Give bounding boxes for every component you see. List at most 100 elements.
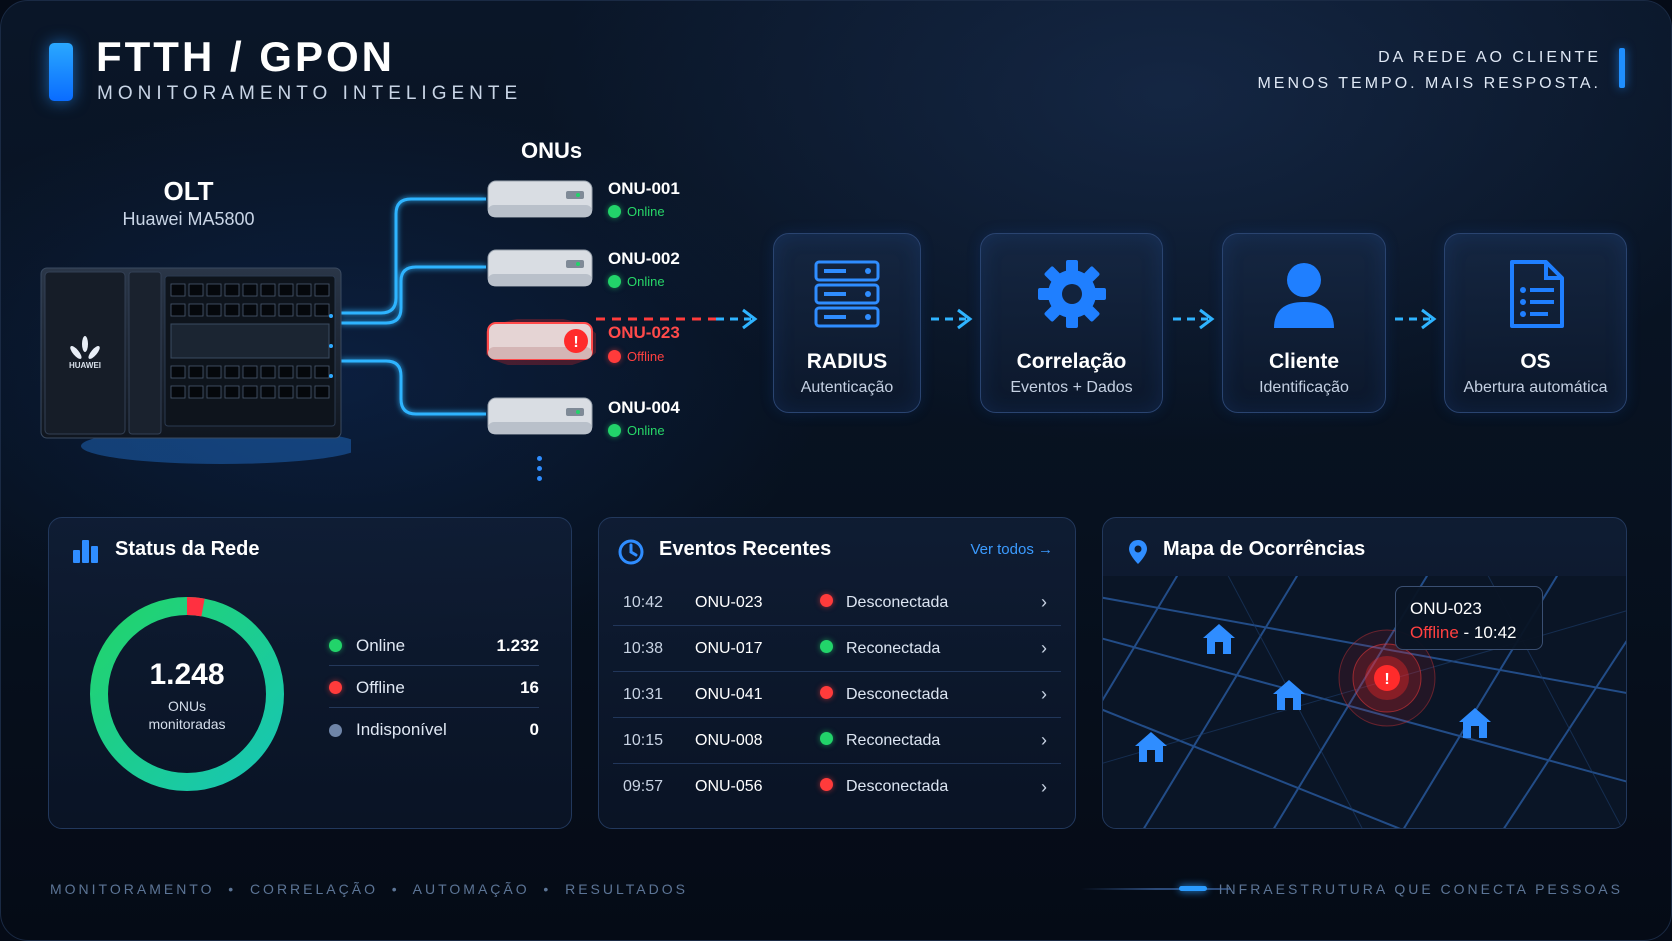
fiber-line-onu-001 <box>341 197 486 315</box>
flow-card-subtitle: Eventos + Dados <box>1010 379 1133 396</box>
event-row[interactable]: 10:38 ONU-017 Reconectada › <box>613 626 1061 672</box>
chevron-right-icon[interactable]: › <box>1041 730 1061 751</box>
onu-status: Online <box>608 274 665 289</box>
onu-device-023[interactable]: ! <box>486 319 596 365</box>
onu-status: Online <box>608 423 665 438</box>
footer-accent <box>1179 886 1207 891</box>
map-pin-icon <box>1129 540 1147 564</box>
legend-value: 1.232 <box>496 635 539 655</box>
event-time: 10:15 <box>623 731 664 749</box>
event-desc: Reconectada <box>846 639 941 657</box>
map-streets: ! <box>1103 576 1626 828</box>
map-area[interactable]: ! ONU-023 Offline - 10:42 <box>1103 576 1626 828</box>
tooltip-onu-name: ONU-023 <box>1410 599 1482 618</box>
chevron-right-icon[interactable]: › <box>1041 777 1061 798</box>
event-desc: Desconectada <box>846 685 949 703</box>
status-dot <box>608 424 621 437</box>
event-desc: Reconectada <box>846 731 941 749</box>
tagline-line-2: MENOS TEMPO. MAIS RESPOSTA. <box>1257 75 1601 92</box>
footer-divider <box>1081 888 1231 890</box>
event-row[interactable]: 10:15 ONU-008 Reconectada › <box>613 718 1061 764</box>
flow-card-subtitle: Autenticação <box>800 379 894 396</box>
clock-icon <box>618 539 644 565</box>
onu-name: ONU-004 <box>608 398 680 417</box>
chevron-right-icon[interactable]: › <box>1041 684 1061 705</box>
event-onu: ONU-056 <box>695 778 763 795</box>
status-panel: Status da Rede 1.248 ONUs monitoradas On… <box>48 517 572 829</box>
legend-value: 0 <box>529 720 539 739</box>
onu-name: ONU-001 <box>608 179 680 198</box>
bar-chart-icon <box>73 540 98 563</box>
legend-indisponivel: Indisponível 0 <box>329 710 539 750</box>
svg-text:!: ! <box>1384 671 1389 688</box>
flow-card-title: Correlação <box>1016 350 1127 373</box>
legend-online: Online 1.232 <box>329 626 539 666</box>
more-onus-icon <box>537 456 543 486</box>
legend-dot <box>329 681 342 694</box>
alert-icon: ! <box>573 334 578 351</box>
tooltip-onu: ONU-023 <box>1410 597 1528 621</box>
status-dot <box>608 275 621 288</box>
olt-device: HUAWEI <box>40 267 351 464</box>
event-desc: Desconectada <box>846 778 949 795</box>
tooltip-status-line: Offline - 10:42 <box>1410 621 1528 645</box>
tagline-accent-bar <box>1619 48 1625 88</box>
event-desc: Desconectada <box>846 593 949 611</box>
flow-card-correlacao[interactable]: Correlação Eventos + Dados <box>980 233 1163 413</box>
event-onu: ONU-008 <box>695 731 763 749</box>
footer-right: INFRAESTRUTURA QUE CONECTA PESSOAS <box>1218 881 1623 897</box>
onu-status-label: Online <box>627 274 665 289</box>
chevron-right-icon[interactable]: › <box>1041 638 1061 659</box>
footer-left: MONITORAMENTO • CORRELAÇÃO • AUTOMAÇÃO •… <box>50 881 688 897</box>
map-panel: Mapa de Ocorrências ! ONU-023 Offline - … <box>1102 517 1627 829</box>
flow-card-cliente[interactable]: Cliente Identificação <box>1222 233 1386 413</box>
onu-status: Offline <box>608 349 664 364</box>
user-icon <box>1223 258 1385 336</box>
event-row[interactable]: 10:42 ONU-023 Desconectada › <box>613 580 1061 626</box>
legend-offline: Offline 16 <box>329 668 539 708</box>
event-status-dot <box>820 778 833 791</box>
event-onu: ONU-041 <box>695 685 763 703</box>
event-row[interactable]: 09:57 ONU-056 Desconectada › <box>613 764 1061 810</box>
event-row[interactable]: 10:31 ONU-041 Desconectada › <box>613 672 1061 718</box>
donut-caption: monitoradas <box>148 716 226 732</box>
onu-status-label: Online <box>627 423 665 438</box>
olt-brand: HUAWEI <box>69 361 101 370</box>
see-all-link[interactable]: Ver todos → <box>970 541 1053 558</box>
event-time: 09:57 <box>623 778 664 795</box>
onus-title: ONUs <box>521 138 583 163</box>
title-accent-bar <box>49 43 73 101</box>
chevron-right-icon[interactable]: › <box>1041 592 1061 613</box>
event-status-dot <box>820 731 833 745</box>
document-icon <box>1445 258 1626 336</box>
event-onu: ONU-023 <box>695 593 763 611</box>
event-time: 10:31 <box>623 685 664 703</box>
events-panel: Eventos Recentes Ver todos → 10:42 ONU-0… <box>598 517 1076 829</box>
onu-device-004[interactable] <box>486 394 596 440</box>
legend-label: Offline <box>356 677 405 697</box>
olt-model: Huawei MA5800 <box>122 209 255 229</box>
legend-value: 16 <box>520 677 539 697</box>
flow-card-title: RADIUS <box>806 350 888 373</box>
page-title: FTTH / GPON <box>96 33 395 80</box>
page-subtitle: MONITORAMENTO INTELIGENTE <box>97 83 523 104</box>
event-status-dot <box>820 593 833 607</box>
status-dot <box>608 350 621 363</box>
event-onu: ONU-017 <box>695 639 763 657</box>
event-status-dot <box>820 685 833 699</box>
legend-label: Online <box>356 635 406 655</box>
map-tooltip: ONU-023 Offline - 10:42 <box>1395 586 1543 650</box>
onu-status: Online <box>608 204 665 219</box>
event-time: 10:38 <box>623 639 664 657</box>
panel-title: Mapa de Ocorrências <box>1163 538 1366 560</box>
flow-card-radius[interactable]: RADIUS Autenticação <box>773 233 921 413</box>
legend-label: Indisponível <box>356 720 447 739</box>
flow-card-os[interactable]: OS Abertura automática <box>1444 233 1627 413</box>
flow-card-title: Cliente <box>1268 350 1339 373</box>
server-icon <box>774 258 920 336</box>
donut-center: 1.248 ONUs monitoradas <box>89 596 285 792</box>
onu-device-002[interactable] <box>486 246 596 292</box>
panel-title: Status da Rede <box>115 538 260 560</box>
flow-card-subtitle: Identificação <box>1259 379 1349 396</box>
onu-device-001[interactable] <box>486 177 596 223</box>
